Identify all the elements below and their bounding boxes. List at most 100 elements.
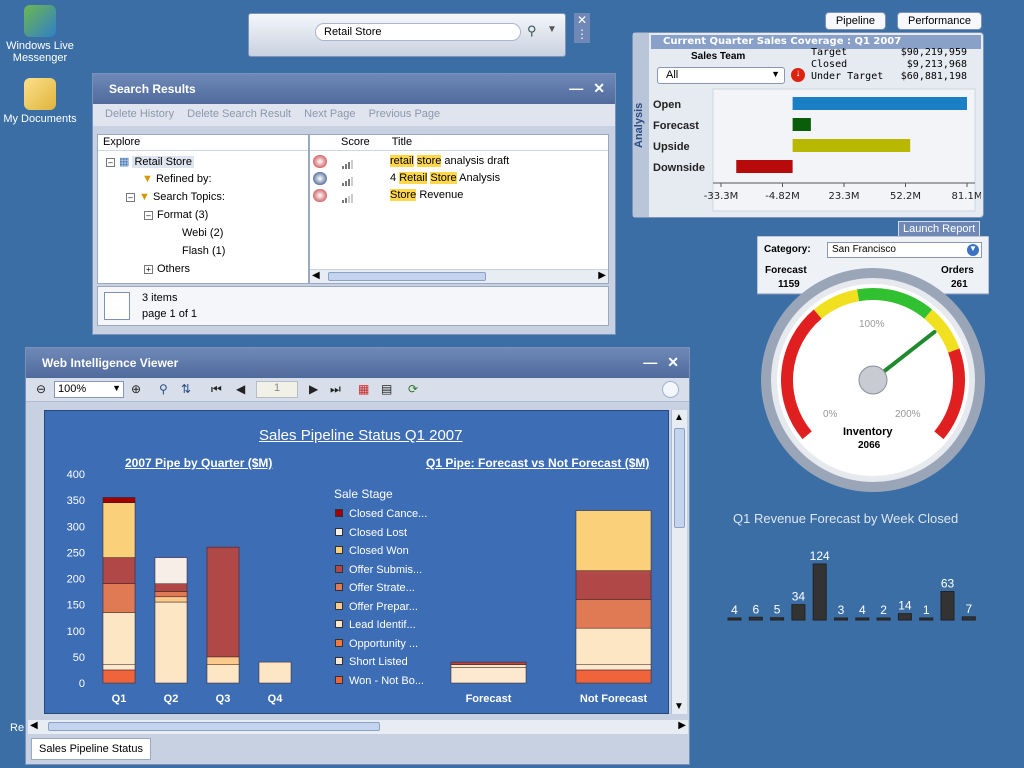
expand-icon[interactable]: + [144,265,153,274]
week-bar-label: 14 [898,599,912,613]
search-results-window: Search Results — ✕ Delete History Delete … [92,73,616,335]
chevron-down-icon[interactable]: ▼ [547,24,557,35]
coverage-bar [736,160,793,173]
flash-document-icon [313,172,327,185]
page-number-input[interactable]: 1 [256,381,298,398]
export-icon[interactable]: ▦ [358,382,369,396]
target-label: Target [811,47,848,58]
result-title[interactable]: 4 Retail Store Analysis [390,172,500,184]
last-page-icon[interactable]: ⏭ [330,382,341,397]
stacked-bar-segment [102,583,136,613]
report-tab[interactable]: Sales Pipeline Status [31,738,151,760]
folder-icon [24,78,56,110]
first-page-icon[interactable]: ⏮ [211,382,222,397]
tree-item[interactable]: Flash (1) [182,245,225,257]
score-bars-icon [342,157,354,169]
delete-history-button[interactable]: Delete History [105,108,174,120]
category-select[interactable]: San Francisco ▼ [827,242,982,258]
tab-pipeline[interactable]: Pipeline [824,12,886,30]
previous-page-icon[interactable]: ◀ [236,382,245,396]
close-button[interactable]: ✕ ⋮ [574,13,590,43]
desktop-icon-my-documents[interactable]: My Documents [0,78,80,125]
orders-value: 261 [951,279,968,290]
delete-search-result-button[interactable]: Delete Search Result [187,108,291,120]
collapse-icon[interactable]: – [144,211,153,220]
week-bar [748,616,763,621]
collapse-icon[interactable]: – [106,158,115,167]
scroll-left-icon[interactable]: ◀ [312,270,320,281]
x-tick-label: 81.1M [952,191,981,202]
inventory-value: 2066 [858,440,881,451]
scroll-left-icon[interactable]: ◀ [30,720,38,731]
next-page-icon[interactable]: ▶ [309,382,318,396]
scrollbar-thumb[interactable] [674,428,685,528]
minimize-icon[interactable]: — [643,354,657,370]
zoom-out-icon[interactable]: ⊖ [36,382,46,396]
tab-performance[interactable]: Performance [897,12,982,30]
horizontal-scrollbar[interactable]: ◀ ▶ [310,269,608,283]
zoom-select[interactable]: 100% ▼ [54,381,124,398]
stacked-bar-segment [206,656,240,665]
window-title: Search Results [109,82,196,96]
tree-item[interactable]: – Format (3) [144,209,208,221]
scroll-right-icon[interactable]: ▶ [598,270,606,281]
result-row[interactable]: 4 Retail Store Analysis [310,170,608,187]
document-icon: ▦ [119,156,130,168]
stacked-bar-segment [575,599,652,629]
scrollbar-thumb[interactable] [48,722,380,731]
search-input[interactable]: Retail Store [315,23,521,41]
help-icon[interactable] [662,381,679,398]
week-bar [876,617,891,621]
score-column-header[interactable]: Score [341,136,370,148]
tree-item[interactable]: ▼ Refined by: [142,173,212,185]
window-title: Web Intelligence Viewer [42,356,179,370]
stacked-bar-segment [575,570,652,600]
close-icon[interactable]: ✕ [593,80,605,96]
scrollbar-thumb[interactable] [328,272,486,281]
scroll-right-icon[interactable]: ▶ [678,720,686,731]
find-icon[interactable]: ⚲ [159,382,168,396]
close-icon[interactable]: ✕ [667,354,679,370]
vertical-scrollbar[interactable]: ▲ ▼ [671,410,687,714]
previous-page-button[interactable]: Previous Page [369,108,441,120]
refresh-icon[interactable]: ⟳ [408,382,418,396]
coverage-bar [792,97,967,110]
y-tick-label: 50 [73,652,85,664]
stacked-bar-segment [154,591,188,598]
document-view-icon[interactable]: ▤ [381,382,392,396]
horizontal-scrollbar[interactable]: ◀ ▶ [28,720,688,734]
week-bar [770,617,785,621]
window-title-bar: Search Results — ✕ [93,74,615,104]
analysis-side-label[interactable]: Analysis [633,33,649,217]
bar-label: Upside [653,141,690,153]
collapse-icon[interactable]: – [126,193,135,202]
scroll-down-icon[interactable]: ▼ [674,701,684,712]
launch-report-button[interactable]: Launch Report [898,221,981,237]
pipeline-bar-charts: 0 50 100 150 200 250 300 350 400 Q1 Q2 Q3 Q4 Forecast… [67,469,652,705]
tree-item[interactable]: – ▼ Search Topics: [126,191,225,203]
next-page-button[interactable]: Next Page [304,108,355,120]
stacked-bar-segment [575,664,652,671]
result-title[interactable]: Store Revenue [390,189,463,201]
gauge-panel: Category: San Francisco ▼ Forecast 1159 O… [756,235,990,496]
messenger-icon [24,5,56,37]
tree-item[interactable]: Webi (2) [182,227,223,239]
scroll-up-icon[interactable]: ▲ [674,412,684,423]
tree-item[interactable]: – ▦ Retail Store [106,155,194,168]
search-toolbar: Delete History Delete Search Result Next… [93,104,615,126]
under-target-label: Under Target [811,71,884,82]
week-bar [940,591,955,621]
result-row[interactable]: Store Revenue [310,187,608,204]
find-next-icon[interactable]: ⇅ [181,382,191,396]
desktop-icon-messenger[interactable]: Windows Live Messenger [0,5,80,64]
sales-team-select[interactable]: All ▼ [657,67,785,84]
zoom-in-icon[interactable]: ⊕ [131,382,141,396]
bar-label: Open [653,99,681,111]
result-row[interactable]: retail store analysis draft [310,153,608,170]
analysis-body: Analysis Current Quarter Sales Coverage … [632,32,984,218]
title-column-header[interactable]: Title [392,136,412,148]
minimize-icon[interactable]: — [569,80,583,96]
result-title[interactable]: retail store analysis draft [390,155,509,167]
search-icon[interactable]: ⚲ [527,23,545,41]
tree-item[interactable]: + Others [144,263,190,275]
